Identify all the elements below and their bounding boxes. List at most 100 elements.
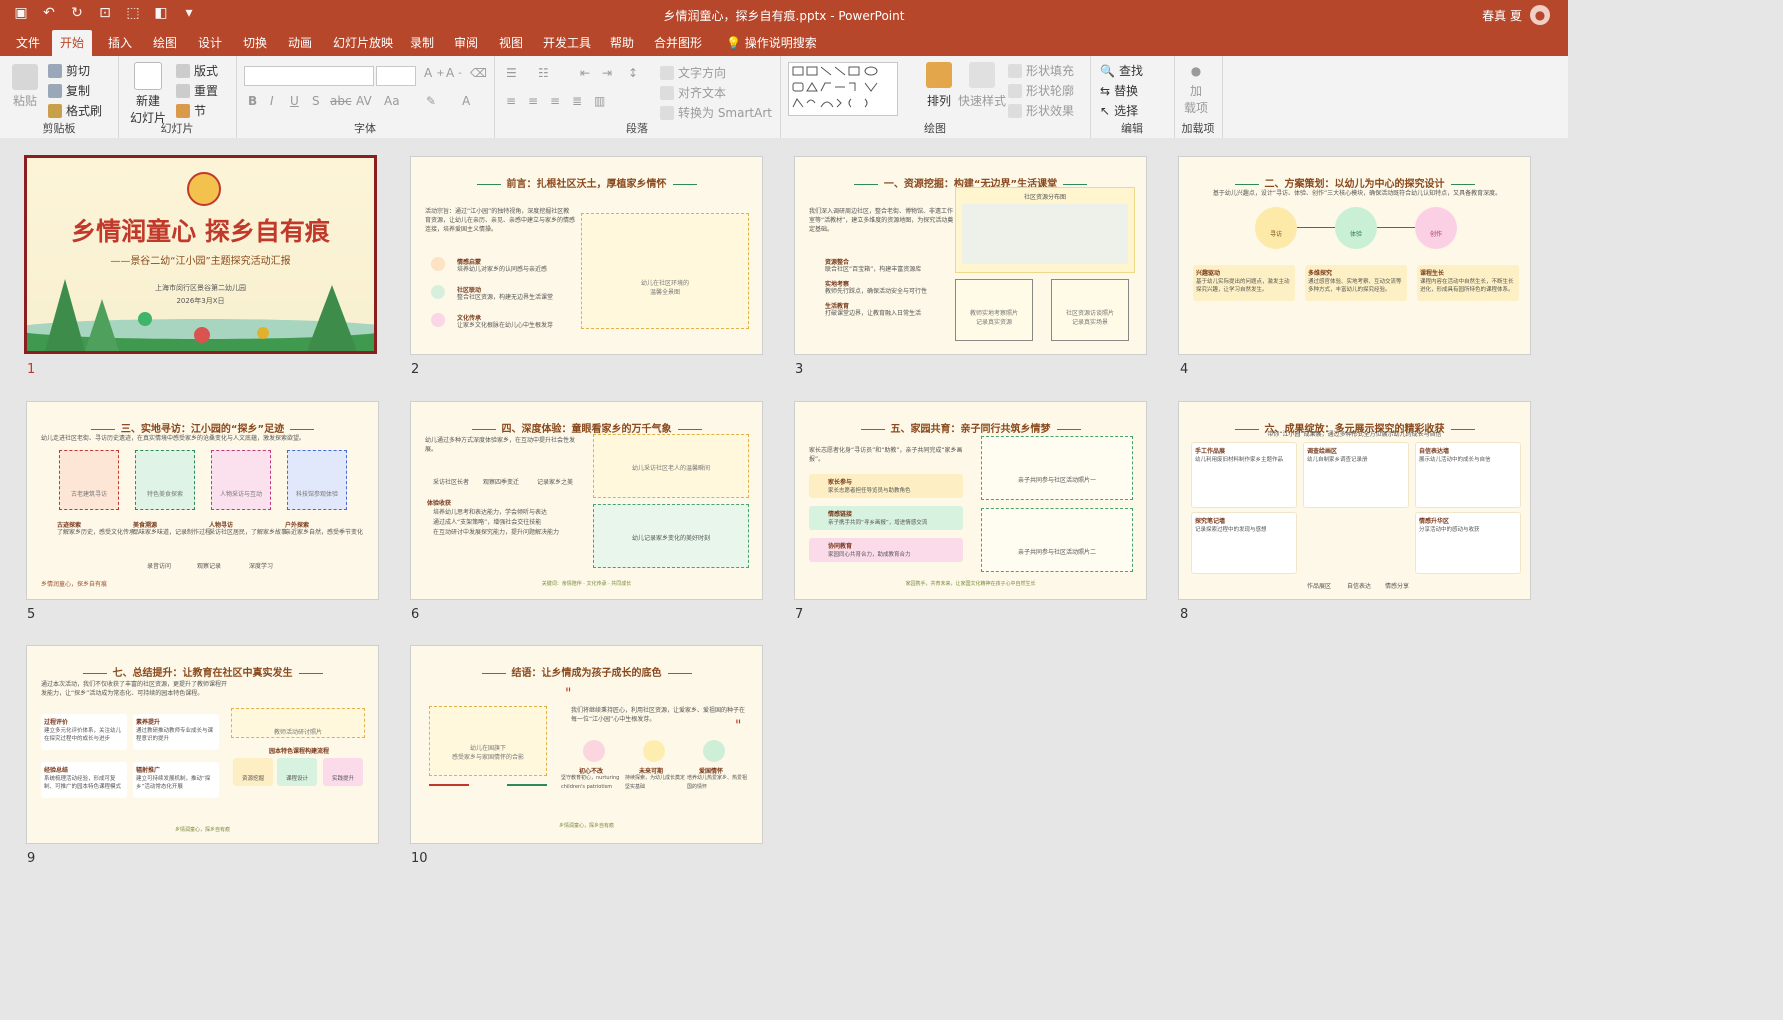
landscape-illustration bbox=[27, 279, 374, 351]
slide-number: 7 bbox=[795, 607, 804, 622]
slide-3-item-text: 联合社区“百宝箱”，构建丰富资源库 bbox=[825, 266, 922, 273]
font-name-select[interactable] bbox=[244, 66, 374, 86]
user-account[interactable]: 春真 夏 ● bbox=[1482, 5, 1550, 25]
photo-placeholder: 幼儿在社区环境的 温馨全景图 bbox=[581, 213, 749, 329]
select-button[interactable]: ↖ 选择 bbox=[1100, 102, 1138, 119]
align-center-icon[interactable]: ≡ bbox=[528, 94, 538, 108]
align-left-icon[interactable]: ≡ bbox=[506, 94, 516, 108]
kindergarten-logo bbox=[187, 172, 221, 206]
paste-button[interactable]: 粘贴 bbox=[12, 64, 38, 109]
section-icon bbox=[176, 103, 190, 118]
slide-thumbnail-7[interactable]: 五、家园共育：亲子同行共筑乡情梦 家长志愿者化身“寻访员”和“助教”，亲子共同完… bbox=[794, 401, 1147, 600]
tab-record[interactable]: 录制 bbox=[402, 30, 442, 56]
italic-button[interactable]: I bbox=[270, 94, 274, 108]
slide-thumbnail-1[interactable]: 乡情润童心 探乡自有痕 ——景谷二幼“江小园”主题探究活动汇报 上海市闵行区景谷… bbox=[24, 155, 377, 354]
strikethrough-button[interactable]: abc bbox=[330, 94, 352, 108]
bullets-icon[interactable]: ☰ bbox=[506, 66, 517, 80]
slide-thumbnail-10[interactable]: 结语：让乡情成为孩子成长的底色 幼儿在国旗下 感受家乡与家国情怀的合影 " 我们… bbox=[410, 645, 763, 844]
columns-icon[interactable]: ▥ bbox=[594, 94, 605, 108]
align-text-button[interactable]: 对齐文本 bbox=[660, 84, 726, 101]
quick-styles-button[interactable]: 快速样式 bbox=[958, 62, 1006, 109]
info-card: 探究笔记墙 记录探索过程中的发现与感想 bbox=[1191, 512, 1297, 574]
underline-button[interactable]: U bbox=[290, 94, 299, 108]
char-spacing-button[interactable]: AV bbox=[356, 94, 372, 108]
tab-help[interactable]: 帮助 bbox=[602, 30, 642, 56]
slide-footer: 乡情润童心，探乡自有痕 bbox=[41, 581, 108, 588]
align-right-icon[interactable]: ≡ bbox=[550, 94, 560, 108]
slide-1-subtitle: ——景谷二幼“江小园”主题探究活动汇报 bbox=[110, 256, 291, 267]
tab-slideshow[interactable]: 幻灯片放映 bbox=[325, 30, 401, 56]
justify-icon[interactable]: ≣ bbox=[572, 94, 582, 108]
tab-draw[interactable]: 绘图 bbox=[145, 30, 185, 56]
user-icon[interactable]: ● bbox=[1530, 5, 1550, 25]
cut-button[interactable]: 剪切 bbox=[48, 62, 90, 79]
tab-home[interactable]: 开始 bbox=[52, 30, 93, 56]
shapes-gallery[interactable] bbox=[788, 62, 898, 116]
font-size-select[interactable] bbox=[376, 66, 416, 86]
tab-view[interactable]: 视图 bbox=[491, 30, 531, 56]
reset-button[interactable]: 重置 bbox=[176, 82, 218, 99]
tab-merge-shapes[interactable]: 合并图形 bbox=[646, 30, 710, 56]
bold-button[interactable]: B bbox=[248, 94, 257, 108]
slide-thumbnail-2[interactable]: 前言：扎根社区沃土，厚植家乡情怀 活动宗旨：通过“江小园”的独特视角，深度挖掘社… bbox=[410, 156, 763, 355]
format-painter-button[interactable]: 格式刷 bbox=[48, 102, 102, 119]
slide-number: 2 bbox=[411, 362, 420, 377]
shape-effects-button[interactable]: 形状效果 bbox=[1008, 102, 1074, 119]
title-bar: ▣ ↶ ↻ ⊡ ⬚ ◧ ▾ 乡情润童心，探乡自有痕.pptx - PowerPo… bbox=[0, 0, 1568, 30]
font-color-icon[interactable]: A bbox=[462, 94, 470, 108]
tab-insert[interactable]: 插入 bbox=[100, 30, 140, 56]
tab-review[interactable]: 审阅 bbox=[446, 30, 486, 56]
smartart-icon bbox=[660, 105, 674, 120]
tab-design[interactable]: 设计 bbox=[190, 30, 230, 56]
group-label: 绘图 bbox=[924, 122, 946, 135]
shadow-button[interactable]: S bbox=[312, 94, 320, 108]
slide-thumbnail-3[interactable]: 一、资源挖掘：构建“无边界”生活课堂 我们深入调研周边社区，整合老街、博物馆、非… bbox=[794, 156, 1147, 355]
slide-8-intro: 带你“江小园”成果展，通过多种形式全方位展示幼儿的成长与自信 bbox=[1267, 431, 1442, 438]
tab-developer[interactable]: 开发工具 bbox=[535, 30, 599, 56]
layout-button[interactable]: 版式 bbox=[176, 62, 218, 79]
tab-animations[interactable]: 动画 bbox=[280, 30, 320, 56]
slide-thumbnail-5[interactable]: 三、实地寻访：江小园的“探乡”足迹 幼儿走进社区老街、寻访历史遗迹，在真实情境中… bbox=[26, 401, 379, 600]
grow-font-button[interactable]: A + bbox=[424, 66, 445, 80]
slide-thumbnail-9[interactable]: 七、总结提升：让教育在社区中真实发生 通过本次活动，我们不仅收获了丰富的社区资源… bbox=[26, 645, 379, 844]
arrange-icon bbox=[926, 62, 952, 88]
section-button[interactable]: 节 bbox=[176, 102, 206, 119]
module-create: 创作 bbox=[1415, 207, 1457, 249]
shape-fill-button[interactable]: 形状填充 bbox=[1008, 62, 1074, 79]
quote-close-icon: " bbox=[735, 718, 742, 734]
highlight-icon[interactable]: ✎ bbox=[426, 94, 436, 108]
arrange-button[interactable]: 排列 bbox=[926, 62, 952, 109]
smartart-button[interactable]: 转换为 SmartArt bbox=[660, 104, 772, 121]
ribbon: 粘贴 剪切 复制 格式刷 剪贴板 新建 幻灯片 版式 重置 节 幻灯片 A + A… bbox=[0, 56, 1568, 139]
numbering-icon[interactable]: ☷ bbox=[538, 66, 549, 80]
photo-placeholder: 幼儿在国旗下 感受家乡与家国情怀的合影 bbox=[429, 706, 547, 776]
find-button[interactable]: 🔍 查找 bbox=[1100, 62, 1143, 79]
new-slide-button[interactable]: 新建 幻灯片 bbox=[130, 62, 166, 126]
info-card: 过程评价 建立多元化评价体系，关注幼儿在探究过程中的成长与进步 bbox=[41, 714, 127, 750]
decrease-indent-icon[interactable]: ⇤ bbox=[580, 66, 590, 80]
map-image bbox=[962, 204, 1128, 264]
line-spacing-icon[interactable]: ↕ bbox=[628, 66, 638, 80]
slide-7-intro: 家长志愿者化身“寻访员”和“助教”，亲子共同完成“家乡画报”。 bbox=[809, 447, 963, 463]
info-card: 课程生长 课程内容在活动中自然生长，不断生长进化，形成具有园所特色的课程体系。 bbox=[1417, 265, 1519, 301]
shape-outline-button[interactable]: 形状轮廓 bbox=[1008, 82, 1074, 99]
slide-thumbnail-8[interactable]: 六、成果绽放：多元展示探究的精彩收获 带你“江小园”成果展，通过多种形式全方位展… bbox=[1178, 401, 1531, 600]
copy-button[interactable]: 复制 bbox=[48, 82, 90, 99]
tell-me-search[interactable]: 💡 操作说明搜索 bbox=[718, 30, 825, 56]
gain-item: 培养幼儿思考和表达能力，学会倾听与表达 bbox=[433, 509, 548, 516]
slide-1-title: 乡情润童心 探乡自有痕 bbox=[71, 217, 330, 246]
note-text: 亲近家乡自然，感受季节变化 bbox=[285, 529, 364, 536]
shrink-font-button[interactable]: A- bbox=[446, 66, 462, 80]
note-text: 采访社区居民，了解家乡故事 bbox=[209, 529, 288, 536]
slide-thumbnail-4[interactable]: 二、方案策划：以幼儿为中心的探究设计 基于幼儿兴趣点，设计“寻访、体验、创作”三… bbox=[1178, 156, 1531, 355]
text-direction-button[interactable]: 文字方向 bbox=[660, 64, 726, 81]
replace-button[interactable]: ⇆ 替换 bbox=[1100, 82, 1138, 99]
tab-transitions[interactable]: 切换 bbox=[235, 30, 275, 56]
clear-formatting-icon[interactable]: ⌫ bbox=[470, 66, 487, 80]
slide-thumbnail-6[interactable]: 四、深度体验：童眼看家乡的万千气象 幼儿通过多种方式深度体验家乡，在互动中提升社… bbox=[410, 401, 763, 600]
tab-file[interactable]: 文件 bbox=[8, 30, 48, 56]
increase-indent-icon[interactable]: ⇥ bbox=[602, 66, 612, 80]
change-case-button[interactable]: Aa bbox=[384, 94, 400, 108]
addins-button[interactable]: ● 加 载项 bbox=[1184, 64, 1208, 116]
quick-styles-icon bbox=[969, 62, 995, 88]
